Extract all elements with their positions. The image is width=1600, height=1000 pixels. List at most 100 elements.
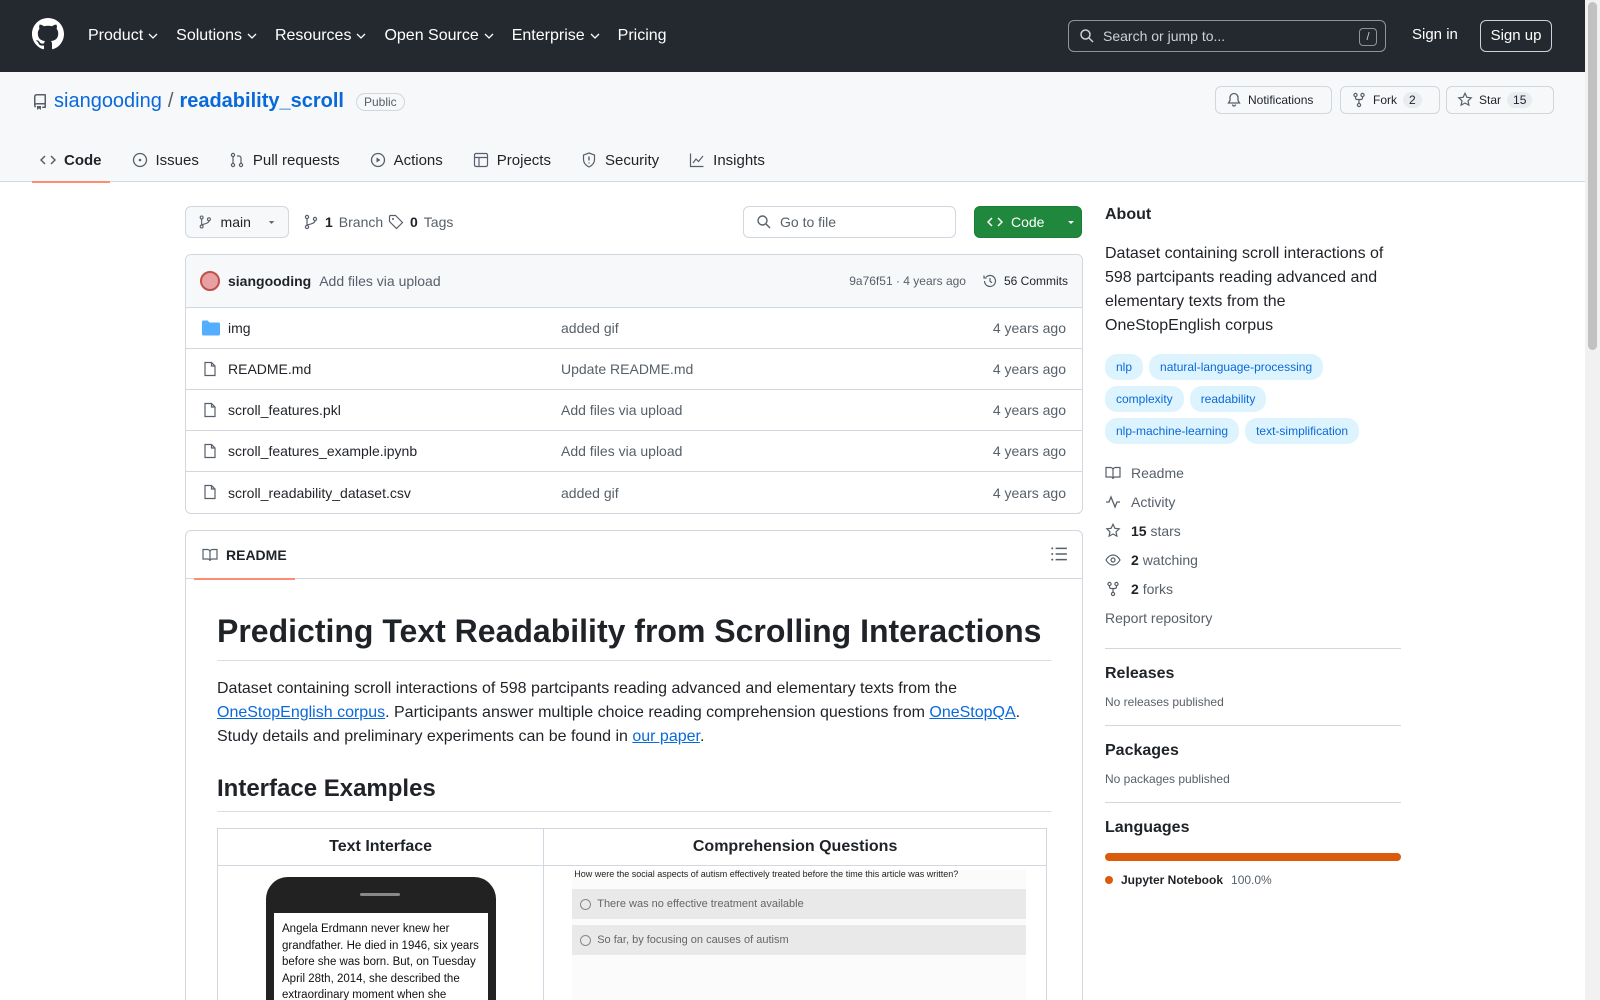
text-span: . (699, 728, 705, 745)
nav-solutions[interactable]: Solutions (176, 27, 257, 45)
fork-count: 2 (1403, 92, 1422, 108)
repo-sidebar: About Dataset containing scroll interact… (1105, 206, 1401, 887)
questions-column: Comprehension Questions How were the soc… (544, 829, 1046, 1000)
report-repository-link[interactable]: Report repository (1105, 603, 1401, 632)
code-button[interactable]: Code (974, 206, 1082, 238)
star-label: Star (1479, 93, 1502, 107)
nav-resources[interactable]: Resources (275, 27, 366, 45)
nav-pricing[interactable]: Pricing (618, 27, 667, 45)
pull-request-icon (230, 152, 244, 168)
topic-tag[interactable]: text-simplification (1245, 418, 1360, 444)
file-age: 4 years ago (992, 320, 1066, 336)
nav-product[interactable]: Product (88, 27, 158, 45)
onestopqa-link[interactable]: OneStopQA (929, 704, 1015, 721)
github-logo-icon[interactable] (32, 18, 64, 50)
page-scrollbar[interactable] (1585, 0, 1600, 1000)
readme-tab[interactable]: README (194, 531, 295, 580)
star-button[interactable]: Star 15 (1446, 86, 1554, 114)
topic-tag[interactable]: complexity (1105, 386, 1184, 412)
repo-icon (33, 93, 46, 110)
sign-in-link[interactable]: Sign in (1412, 26, 1458, 43)
table-row[interactable]: README.md Update README.md 4 years ago (186, 349, 1082, 390)
repo-name-link[interactable]: readability_scroll (179, 90, 344, 113)
watching-link[interactable]: 2 watching (1105, 545, 1401, 574)
topic-tag[interactable]: nlp-machine-learning (1105, 418, 1240, 444)
watching-text: 2 watching (1131, 552, 1198, 568)
search-input[interactable]: Search or jump to... / (1068, 20, 1386, 52)
book-icon (1105, 466, 1121, 479)
list-icon[interactable] (1050, 545, 1068, 563)
branch-selector[interactable]: main (185, 206, 289, 238)
readme-link[interactable]: Readme (1105, 458, 1401, 487)
eye-icon (1105, 553, 1121, 566)
file-name[interactable]: README.md (228, 361, 311, 377)
tab-label: Projects (496, 151, 551, 169)
nav-enterprise[interactable]: Enterprise (512, 27, 600, 45)
sign-up-button[interactable]: Sign up (1480, 20, 1552, 52)
tab-label: Pull requests (252, 151, 340, 169)
onestopenglish-link[interactable]: OneStopEnglish corpus (217, 704, 385, 721)
file-commit-message[interactable]: Add files via upload (561, 443, 682, 459)
file-name[interactable]: img (228, 320, 251, 336)
file-name[interactable]: scroll_features.pkl (228, 402, 341, 418)
forks-link[interactable]: 2 forks (1105, 574, 1401, 603)
branches-link[interactable]: 1 Branch (303, 206, 383, 238)
nav-open-source[interactable]: Open Source (384, 27, 494, 45)
branch-bar: main 1 Branch 0 Tags Go to file Code (185, 206, 1083, 238)
nav-label: Product (88, 27, 144, 44)
topic-tag[interactable]: natural-language-processing (1149, 354, 1324, 380)
fork-button[interactable]: Fork 2 (1340, 86, 1440, 114)
table-row[interactable]: scroll_features.pkl Add files via upload… (186, 390, 1082, 431)
commit-message[interactable]: Add files via upload (319, 273, 440, 289)
caret-down-icon (268, 221, 275, 224)
bell-icon (1227, 92, 1241, 107)
divider (1105, 802, 1401, 803)
table-row[interactable]: scroll_features_example.ipynb Add files … (186, 431, 1082, 472)
file-name[interactable]: scroll_features_example.ipynb (228, 443, 417, 459)
tab-pull-requests[interactable]: Pull requests (221, 138, 348, 182)
commits-link[interactable]: 56 Commits (982, 273, 1068, 289)
avatar[interactable] (200, 271, 220, 291)
table-row[interactable]: scroll_readability_dataset.csv added gif… (186, 472, 1082, 513)
phone-notch (360, 893, 400, 896)
file-commit-message[interactable]: added gif (561, 320, 619, 336)
branch-label: Branch (338, 214, 384, 230)
paper-link[interactable]: our paper (632, 728, 700, 745)
tab-actions[interactable]: Actions (362, 138, 451, 182)
repo-owner-link[interactable]: siangooding (54, 90, 162, 113)
commit-author[interactable]: siangooding (228, 273, 311, 289)
file-name[interactable]: scroll_readability_dataset.csv (228, 485, 411, 501)
tab-insights[interactable]: Insights (681, 138, 773, 182)
notifications-button[interactable]: Notifications (1215, 86, 1332, 114)
topic-tag[interactable]: nlp (1105, 354, 1144, 380)
star-icon (1457, 92, 1473, 107)
tab-code[interactable]: Code (32, 138, 110, 183)
language-item[interactable]: Jupyter Notebook 100.0% (1105, 873, 1401, 887)
answer-option: So far, by focusing on causes of autism (572, 925, 1026, 955)
nav-label: Resources (274, 27, 352, 44)
tab-security[interactable]: Security (573, 138, 667, 182)
tab-label: Code (64, 151, 102, 169)
language-color-dot (1105, 876, 1113, 884)
stars-link[interactable]: 15 stars (1105, 516, 1401, 545)
chevron-down-icon (356, 33, 366, 39)
go-to-file-input[interactable]: Go to file (743, 206, 956, 238)
tab-label: Insights (713, 151, 765, 169)
tab-projects[interactable]: Projects (465, 138, 559, 182)
phone-mockup-image: Angela Erdmann never knew her grandfathe… (266, 877, 496, 1000)
table-row[interactable]: img added gif 4 years ago (186, 308, 1082, 349)
commit-hash-age[interactable]: 9a76f51 · 4 years ago (849, 274, 966, 288)
branch-icon (304, 214, 318, 230)
activity-link[interactable]: Activity (1105, 487, 1401, 516)
tags-link[interactable]: 0 Tags (388, 206, 453, 238)
tab-issues[interactable]: Issues (124, 138, 207, 182)
releases-heading[interactable]: Releases (1105, 665, 1401, 683)
scrollbar-thumb[interactable] (1588, 2, 1597, 350)
file-commit-message[interactable]: added gif (561, 485, 619, 501)
forks-text: 2 forks (1131, 581, 1173, 597)
topic-tag[interactable]: readability (1189, 386, 1267, 412)
packages-heading[interactable]: Packages (1105, 742, 1401, 760)
file-commit-message[interactable]: Add files via upload (561, 402, 682, 418)
file-commit-message[interactable]: Update README.md (561, 361, 693, 377)
go-to-file-placeholder: Go to file (780, 214, 837, 230)
